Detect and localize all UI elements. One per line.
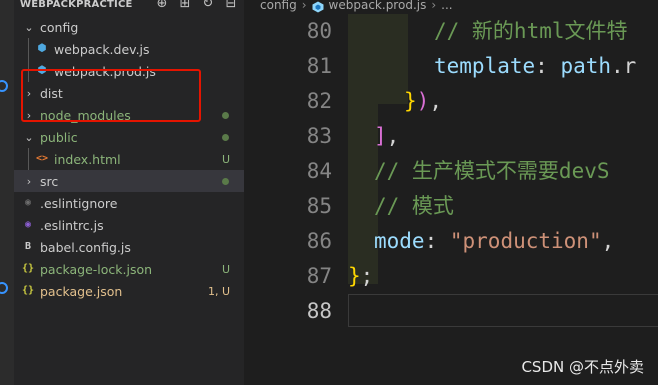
settings-icon[interactable] — [0, 282, 8, 294]
line-number: 85 — [306, 194, 332, 218]
breadcrumb-file[interactable]: webpack.prod.js — [329, 0, 427, 12]
breadcrumb-folder[interactable]: config — [260, 0, 297, 12]
refresh-icon[interactable]: ↻ — [201, 0, 215, 11]
tree-item-label: .eslintignore — [40, 195, 118, 211]
chevron-down-icon[interactable]: ⌄ — [22, 131, 36, 144]
tree-item-label: src — [40, 173, 59, 189]
json-icon: {} — [22, 285, 35, 296]
current-line-highlight — [348, 294, 658, 327]
tree-item-label: .eslintrc.js — [40, 217, 104, 233]
account-icon[interactable] — [0, 80, 8, 92]
line-number: 84 — [306, 159, 332, 183]
breadcrumb-more[interactable]: ... — [441, 0, 452, 12]
code-line[interactable]: // 生产模式不需要devS — [374, 154, 610, 189]
file-item[interactable]: Bbabel.config.js — [14, 236, 244, 258]
code-token: } — [348, 264, 361, 288]
code-line[interactable]: // 新的html文件特 — [434, 14, 628, 49]
code-token: ) — [416, 89, 430, 113]
line-number: 82 — [306, 89, 332, 113]
code-token: // 新的html文件特 — [434, 19, 628, 43]
file-item[interactable]: ◉ .eslintignore — [14, 192, 244, 214]
code-line[interactable]: // 模式 — [374, 189, 454, 224]
code-token: : — [424, 229, 450, 253]
code-token: template — [434, 54, 536, 78]
git-modified-dot — [222, 133, 229, 141]
breadcrumb-separator-icon: › — [301, 0, 307, 12]
chevron-down-icon[interactable]: ⌄ — [22, 21, 36, 34]
chevron-right-icon[interactable]: › — [22, 175, 36, 188]
code-token: : — [535, 54, 561, 78]
tree-item-label: public — [40, 129, 78, 145]
explorer-title: WEBPACKPRACTICE — [20, 0, 133, 10]
git-status-badge: U — [221, 152, 230, 166]
line-number: 88 — [306, 299, 332, 323]
file-item[interactable]: ◉ .eslintrc.js — [14, 214, 244, 236]
folder-item[interactable]: › src — [14, 170, 244, 192]
tree-item-label: package-lock.json — [40, 261, 153, 277]
file-item[interactable]: {} package-lock.json U — [14, 258, 244, 280]
highlight-annotation — [21, 69, 201, 122]
folder-item[interactable]: ⌄ public — [14, 126, 244, 148]
code-editor[interactable]: config › webpack.prod.js › ... 80 81 82 83 8… — [244, 0, 658, 385]
code-token: path — [560, 54, 612, 78]
code-line[interactable]: mode: "production", — [374, 224, 614, 259]
json-icon: {} — [22, 263, 35, 274]
tree-item-label: webpack.dev.js — [54, 41, 150, 57]
breadcrumb: config › webpack.prod.js › ... — [244, 0, 658, 14]
eslint-ignore-icon: ◉ — [24, 197, 32, 208]
new-file-icon[interactable]: ⊕ — [155, 0, 169, 11]
webpack-icon — [312, 1, 324, 13]
git-modified-dot — [222, 111, 229, 119]
code-token: "production" — [449, 229, 602, 253]
tree-item-label: package.json — [40, 283, 123, 299]
explorer-header: WEBPACKPRACTICE ⊕ ⊞ ↻ ⊟ — [14, 0, 244, 16]
code-line[interactable]: ], — [374, 119, 399, 154]
git-status-badge: 1, U — [207, 284, 230, 298]
webpack-icon: ⬢ — [37, 43, 47, 54]
code-token: mode — [374, 229, 425, 253]
code-line[interactable]: template: path.r — [434, 49, 636, 84]
code-token: , — [601, 229, 615, 253]
folder-item[interactable]: ⌄ config — [14, 16, 244, 38]
code-token: .r — [611, 54, 637, 78]
line-number: 83 — [306, 124, 332, 148]
eslint-icon: ◉ — [24, 219, 32, 230]
git-modified-dot — [222, 177, 229, 185]
breadcrumb-separator-icon: › — [431, 0, 437, 12]
code-token: , — [386, 124, 400, 148]
line-number: 80 — [306, 19, 332, 43]
code-token: // 模式 — [374, 194, 454, 218]
tree-item-label: babel.config.js — [40, 239, 131, 255]
line-number: 81 — [306, 54, 332, 78]
code-token: // 生产模式不需要devS — [374, 159, 610, 183]
js-icon: B — [24, 241, 32, 252]
watermark: CSDN @不点外卖 — [521, 358, 644, 376]
tree-item-label: config — [40, 19, 79, 35]
file-item[interactable]: ⬢ webpack.dev.js — [14, 38, 244, 60]
code-line[interactable]: }), — [404, 84, 442, 119]
new-folder-icon[interactable]: ⊞ — [178, 0, 192, 11]
html-icon: <> — [36, 153, 49, 164]
collapse-all-icon[interactable]: ⊟ — [224, 0, 238, 11]
file-item[interactable]: {} package.json 1, U — [14, 280, 244, 302]
code-token: ] — [374, 124, 387, 148]
file-item[interactable]: <> index.html U — [14, 148, 244, 170]
code-token: ; — [360, 264, 374, 288]
line-number: 87 — [306, 264, 332, 288]
activity-bar — [0, 0, 14, 385]
tree-item-label: index.html — [54, 151, 121, 167]
tree-indent-guide — [28, 148, 29, 170]
explorer-actions: ⊕ ⊞ ↻ ⊟ — [155, 0, 238, 11]
git-status-badge: U — [221, 262, 230, 276]
code-token: } — [404, 89, 417, 113]
code-line[interactable]: }; — [348, 259, 373, 294]
line-number: 86 — [306, 229, 332, 253]
code-token: , — [429, 89, 442, 113]
explorer-sidebar: WEBPACKPRACTICE ⊕ ⊞ ↻ ⊟ ⌄ config ⬢ webpack.… — [14, 0, 244, 385]
